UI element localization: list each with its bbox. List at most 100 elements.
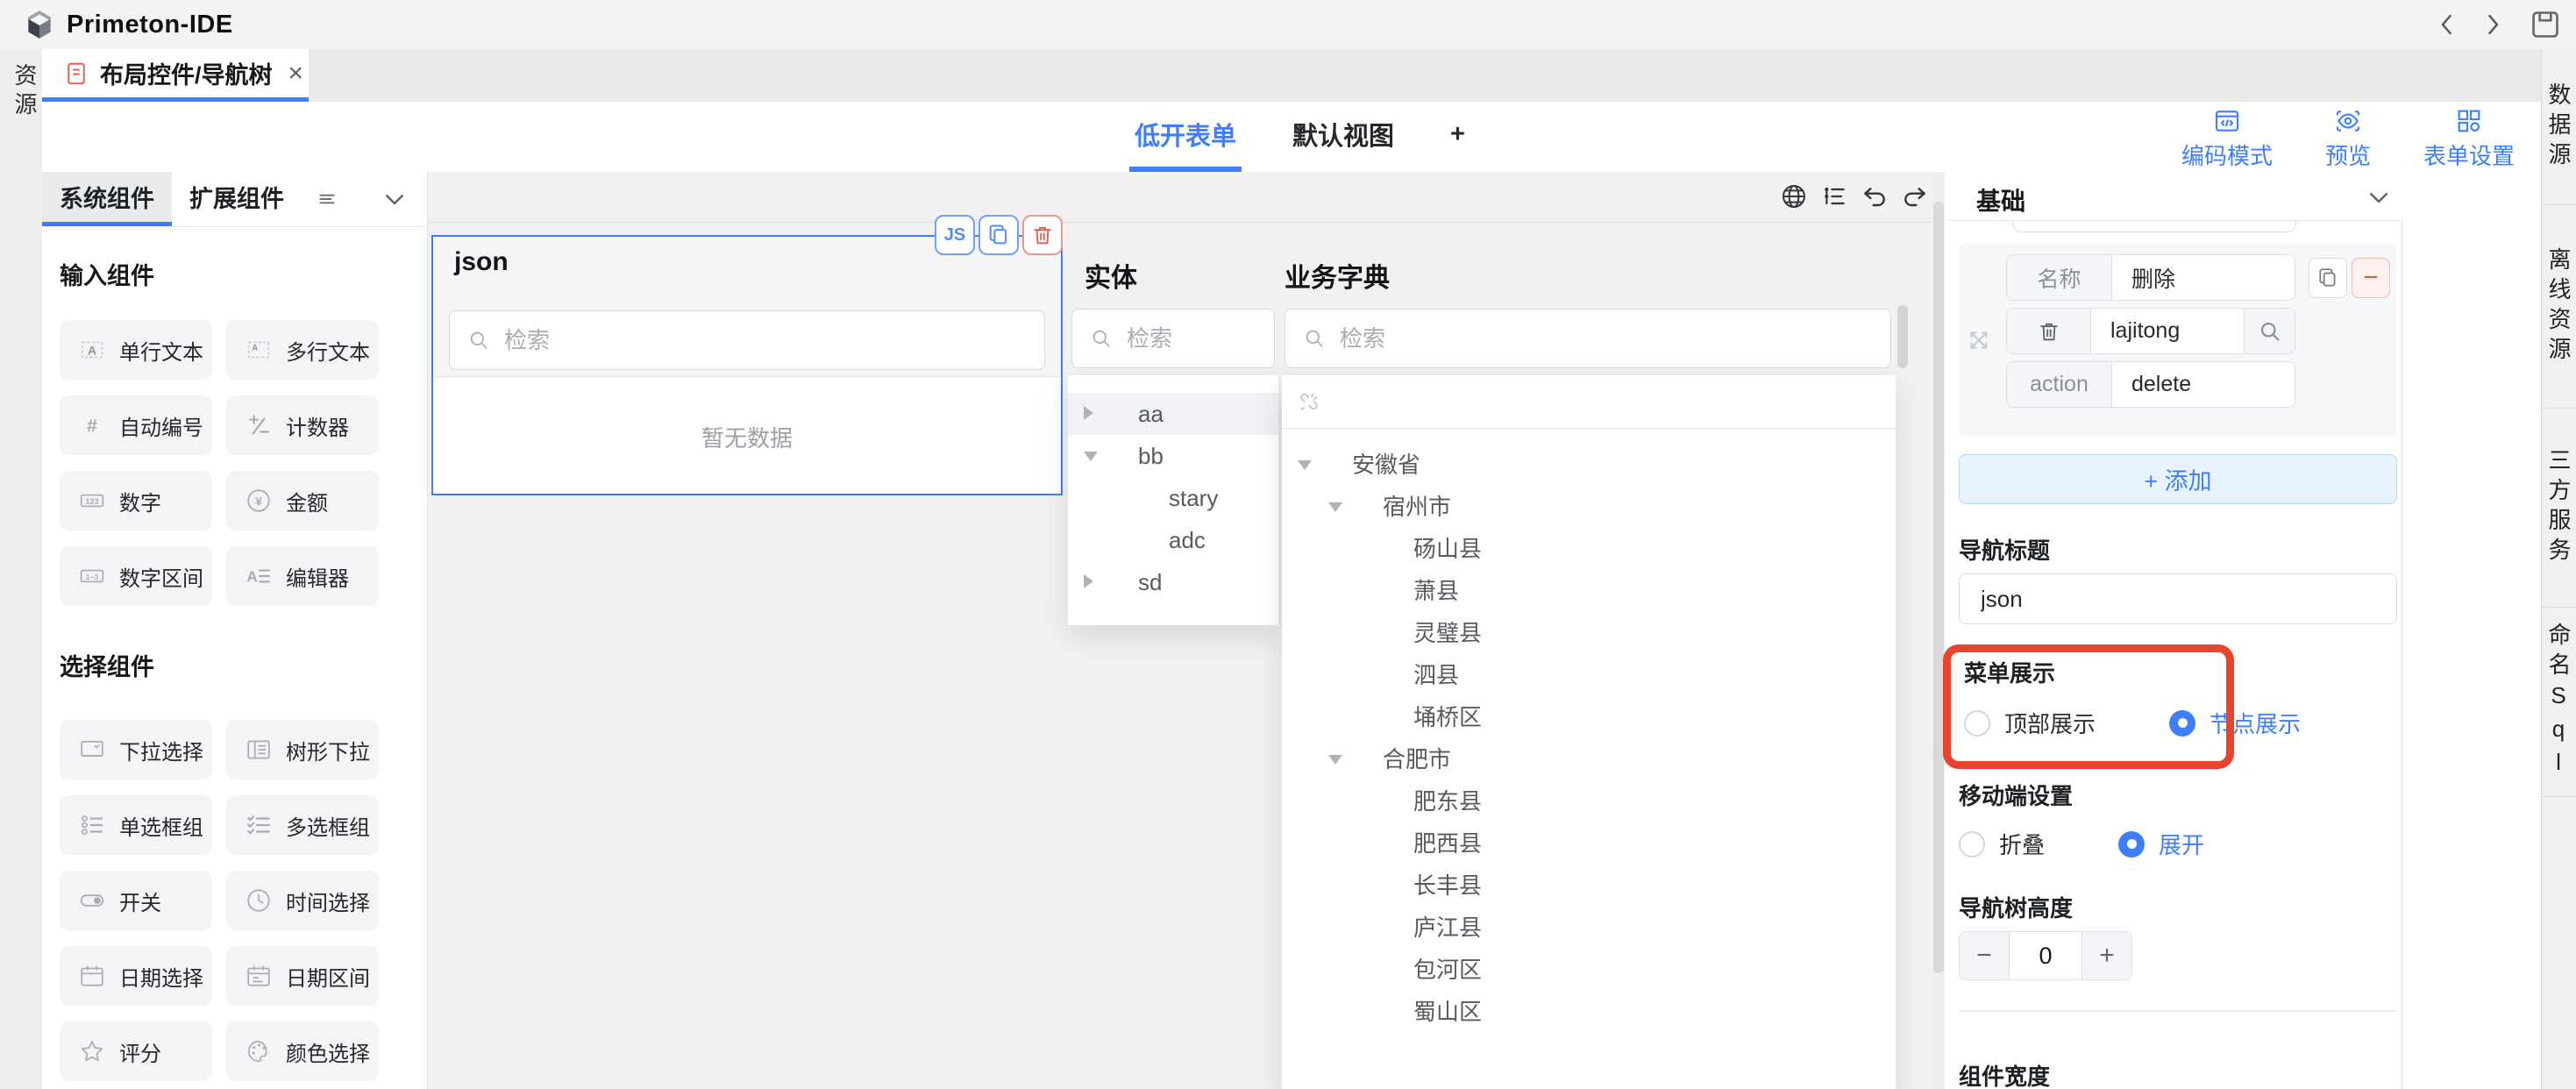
- dict-tree-node-砀山县[interactable]: 砀山县: [1282, 528, 1896, 570]
- component-list-icon[interactable]: [316, 188, 338, 210]
- view-tab-低开表单[interactable]: 低开表单: [1129, 102, 1242, 172]
- dict-tree-node-合肥市[interactable]: 合肥市: [1282, 738, 1896, 780]
- entity-tree-node-stary[interactable]: stary: [1068, 477, 1278, 519]
- header-actions: 编码模式预览表单设置: [2181, 107, 2515, 171]
- stepper-plus-button[interactable]: +: [2081, 932, 2131, 979]
- view-tab-+[interactable]: +: [1445, 102, 1470, 172]
- canvas-scrollbar[interactable]: [1932, 172, 1945, 1089]
- props-section-basic[interactable]: 基础: [1945, 172, 2402, 221]
- entity-tree-node-aa[interactable]: aa: [1068, 393, 1278, 435]
- mobile-settings-radio-label[interactable]: 折叠: [1999, 828, 2045, 860]
- dict-search-box[interactable]: [1284, 309, 1891, 368]
- dict-tree-node-埇桥区[interactable]: 埇桥区: [1282, 696, 1896, 738]
- save-icon[interactable]: [2529, 8, 2562, 41]
- component-item-时间选择[interactable]: 时间选择: [226, 871, 379, 930]
- nav-title-input[interactable]: [1979, 585, 2353, 614]
- right-strip-item-4[interactable]: 命名Sql: [2542, 608, 2576, 797]
- magnifier-icon[interactable]: [2244, 309, 2295, 353]
- inner-scrollbar-thumb[interactable]: [1897, 305, 1908, 368]
- component-item-多行文本[interactable]: A多行文本: [226, 320, 379, 380]
- component-item-树形下拉[interactable]: 树形下拉: [226, 720, 379, 779]
- menu-display-radio-顶部展示[interactable]: [1964, 710, 1990, 737]
- dict-tree-node-蜀山区[interactable]: 蜀山区: [1282, 991, 1896, 1033]
- component-tab-系统组件[interactable]: 系统组件: [42, 172, 172, 226]
- chevron-down-icon[interactable]: [381, 186, 408, 212]
- navtree-search-input[interactable]: [502, 326, 922, 355]
- component-item-数字区间[interactable]: 1~3数字区间: [60, 546, 212, 606]
- settings-grid-button[interactable]: 表单设置: [2423, 107, 2515, 171]
- menu-display-radio-label[interactable]: 顶部展示: [2004, 707, 2096, 739]
- eye-button[interactable]: 预览: [2325, 107, 2371, 171]
- component-item-颜色选择[interactable]: 颜色选择: [226, 1021, 379, 1081]
- dict-tree-node-庐江县[interactable]: 庐江县: [1282, 907, 1896, 949]
- component-item-开关[interactable]: 开关: [60, 871, 212, 930]
- component-item-多选框组[interactable]: 多选框组: [226, 795, 379, 855]
- view-tab-默认视图[interactable]: 默认视图: [1287, 102, 1399, 172]
- component-item-编辑器[interactable]: A编辑器: [226, 546, 379, 606]
- component-item-计数器[interactable]: 计数器: [226, 395, 379, 455]
- entity-search-box[interactable]: [1071, 309, 1275, 368]
- code-icon: [2213, 107, 2241, 135]
- right-strip-item-2[interactable]: 离线资源: [2542, 205, 2576, 409]
- back-arrow-icon[interactable]: [2432, 10, 2462, 39]
- dict-tree-node-灵璧县[interactable]: 灵璧县: [1282, 612, 1896, 654]
- right-strip-item-1[interactable]: 数据源: [2542, 49, 2576, 205]
- entity-tree-node-bb[interactable]: bb: [1068, 435, 1278, 477]
- dict-search-input[interactable]: [1338, 324, 1765, 353]
- entity-search-input[interactable]: [1125, 324, 1270, 353]
- navtree-component-json[interactable]: json 暂无数据: [431, 235, 1063, 495]
- component-item-日期选择[interactable]: 日期选择: [60, 946, 212, 1006]
- menu-display-radios: 顶部展示 节点展示: [1964, 707, 2301, 739]
- mobile-settings-radio-label[interactable]: 展开: [2159, 828, 2204, 860]
- dict-tree-node-萧县[interactable]: 萧县: [1282, 570, 1896, 612]
- dict-tree-node-泗县[interactable]: 泗县: [1282, 654, 1896, 696]
- stepper-minus-button[interactable]: −: [1960, 932, 2010, 979]
- chevron-down-icon[interactable]: [2366, 184, 2392, 210]
- navtree-search-box[interactable]: [449, 310, 1045, 370]
- dict-tree-node-肥西县[interactable]: 肥西县: [1282, 822, 1896, 865]
- entity-tree-node-adc[interactable]: adc: [1068, 519, 1278, 561]
- component-item-评分[interactable]: 评分: [60, 1021, 212, 1081]
- dict-tree-node-肥东县[interactable]: 肥东县: [1282, 780, 1896, 822]
- component-item-单选框组[interactable]: 单选框组: [60, 795, 212, 855]
- copy-component-button[interactable]: [978, 215, 1019, 255]
- remove-action-button[interactable]: −: [2352, 258, 2390, 298]
- dict-tree-node-长丰县[interactable]: 长丰县: [1282, 865, 1896, 907]
- delete-component-button[interactable]: [1022, 215, 1063, 255]
- mobile-settings-radio-展开[interactable]: [2118, 831, 2145, 858]
- menu-display-radio-节点展示[interactable]: [2169, 710, 2195, 737]
- drag-handle-icon[interactable]: [1964, 325, 1994, 355]
- forward-arrow-icon[interactable]: [2478, 10, 2508, 39]
- js-script-button[interactable]: JS: [935, 215, 975, 255]
- component-tab-扩展组件[interactable]: 扩展组件: [172, 172, 302, 226]
- component-item-单行文本[interactable]: A单行文本: [60, 320, 212, 380]
- mobile-settings-label: 移动端设置: [1959, 779, 2073, 811]
- component-item-下拉选择[interactable]: 下拉选择: [60, 720, 212, 779]
- doc-tab-layout-navtree[interactable]: 布局控件/导航树 ×: [42, 49, 309, 97]
- dict-tree-node-包河区[interactable]: 包河区: [1282, 949, 1896, 991]
- right-strip-item-3[interactable]: 三方服务: [2542, 409, 2576, 608]
- component-item-金额[interactable]: ¥金额: [226, 471, 379, 530]
- code-button[interactable]: 编码模式: [2181, 107, 2273, 171]
- close-icon[interactable]: ×: [288, 59, 304, 89]
- entity-tree-node-sd[interactable]: sd: [1068, 561, 1278, 603]
- component-item-自动编号[interactable]: #自动编号: [60, 395, 212, 455]
- add-action-button[interactable]: + 添加: [1959, 454, 2397, 504]
- menu-display-radio-label[interactable]: 节点展示: [2210, 707, 2301, 739]
- component-item-日期区间[interactable]: 日期区间: [226, 946, 379, 1006]
- dict-tree-node-安徽省[interactable]: 安徽省: [1282, 444, 1896, 486]
- mobile-settings-radio-折叠[interactable]: [1959, 831, 1985, 858]
- component-item-数字[interactable]: 123数字: [60, 471, 212, 530]
- eye-icon: [2334, 107, 2362, 135]
- entity-panel-title: 实体: [1085, 256, 1137, 295]
- resource-strip-label[interactable]: 资源: [9, 63, 41, 121]
- app-logo-icon: [23, 8, 56, 41]
- outline-icon[interactable]: [1820, 182, 1848, 210]
- redo-icon[interactable]: [1901, 182, 1929, 210]
- undo-icon[interactable]: [1861, 182, 1889, 210]
- copy-action-button[interactable]: [2309, 258, 2347, 298]
- hash-icon: #: [79, 412, 105, 438]
- dict-tree-node-宿州市[interactable]: 宿州市: [1282, 486, 1896, 528]
- unlink-row[interactable]: [1282, 375, 1896, 429]
- globe-icon[interactable]: [1780, 182, 1808, 210]
